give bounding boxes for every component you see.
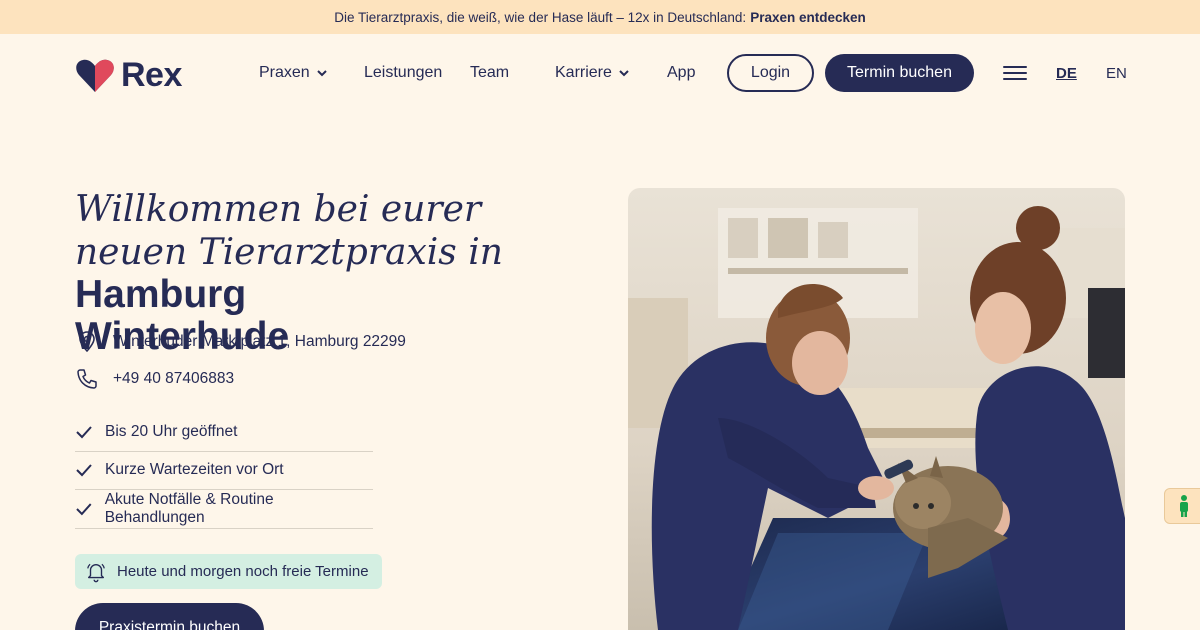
top-banner: Die Tierarztpraxis, die weiß, wie der Ha… bbox=[0, 0, 1200, 34]
menu-icon[interactable] bbox=[1003, 62, 1027, 84]
checkmark-icon bbox=[76, 426, 92, 439]
checkmark-icon bbox=[76, 464, 92, 477]
phone-row[interactable]: +49 40 87406883 bbox=[75, 367, 234, 391]
logo-wordmark: Rex bbox=[121, 56, 182, 94]
nav-item-app[interactable]: App bbox=[667, 64, 695, 82]
login-button[interactable]: Login bbox=[727, 54, 814, 92]
phone-icon bbox=[77, 369, 97, 389]
availability-badge: Heute und morgen noch freie Termine bbox=[75, 554, 382, 589]
nav-item-team[interactable]: Team bbox=[470, 64, 509, 82]
availability-text: Heute und morgen noch freie Termine bbox=[117, 563, 369, 580]
location-pin-icon bbox=[79, 331, 95, 353]
banner-text: Die Tierarztpraxis, die weiß, wie der Ha… bbox=[334, 9, 747, 25]
heart-icon bbox=[76, 59, 114, 92]
phone-text: +49 40 87406883 bbox=[113, 370, 235, 387]
nav-item-label: Praxen bbox=[259, 64, 310, 81]
language-en[interactable]: EN bbox=[1106, 65, 1127, 82]
checkmark-icon bbox=[76, 503, 92, 516]
nav-item-label: Karriere bbox=[555, 64, 612, 81]
logo[interactable]: Rex bbox=[75, 56, 182, 95]
nav-item-label: Team bbox=[470, 64, 510, 81]
hero-photo bbox=[628, 188, 1125, 630]
nav-item-praxen[interactable]: Praxen bbox=[259, 64, 328, 82]
list-item: Bis 20 Uhr geöffnet bbox=[75, 413, 373, 452]
headline-city: Hamburg bbox=[75, 273, 247, 316]
accessibility-icon bbox=[1180, 495, 1188, 517]
address-text: Winterhuder Marktplatz 1, Hamburg 22299 bbox=[113, 333, 406, 350]
feature-text: Kurze Wartezeiten vor Ort bbox=[105, 461, 284, 479]
nav-item-karriere[interactable]: Karriere bbox=[555, 64, 630, 82]
headline-italic: Willkommen bei eurer neuen Tierarztpraxi… bbox=[75, 189, 503, 273]
chevron-down-icon bbox=[619, 70, 629, 77]
address-row[interactable]: Winterhuder Marktplatz 1, Hamburg 22299 bbox=[75, 330, 406, 354]
feature-text: Akute Notfälle & Routine Behandlungen bbox=[104, 490, 274, 526]
nav-item-label: Leistungen bbox=[364, 64, 443, 81]
list-item: Kurze Wartezeiten vor Ort bbox=[75, 452, 373, 490]
nav-item-label: App bbox=[667, 64, 696, 81]
vet-examining-cat-image bbox=[628, 188, 1125, 630]
nav-item-leistungen[interactable]: Leistungen bbox=[364, 64, 442, 82]
accessibility-button[interactable] bbox=[1164, 488, 1200, 524]
feature-list: Bis 20 Uhr geöffnet Kurze Wartezeiten vo… bbox=[75, 413, 373, 529]
book-appointment-button[interactable]: Termin buchen bbox=[825, 54, 974, 92]
list-item: Akute Notfälle & Routine Behandlungen bbox=[75, 490, 373, 529]
language-de[interactable]: DE bbox=[1056, 65, 1077, 82]
feature-text: Bis 20 Uhr geöffnet bbox=[105, 422, 238, 440]
book-practice-appointment-button[interactable]: Praxistermin buchen bbox=[75, 603, 264, 630]
bell-icon bbox=[87, 563, 105, 582]
banner-link[interactable]: Praxen entdecken bbox=[750, 10, 866, 25]
chevron-down-icon bbox=[316, 70, 327, 77]
